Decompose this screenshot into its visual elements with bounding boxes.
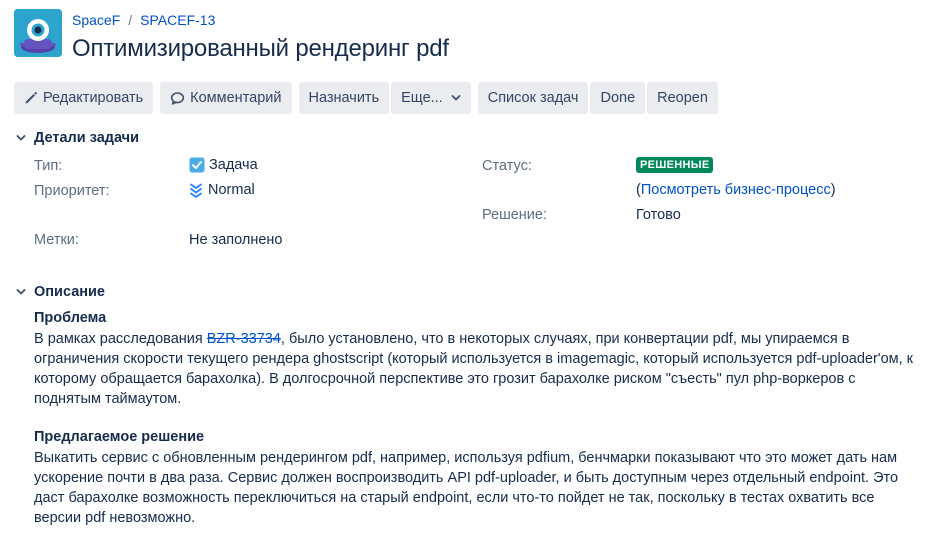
workflow-link-wrap: (Посмотреть бизнес-процесс) xyxy=(636,182,836,198)
edit-button-label: Редактировать xyxy=(43,90,144,106)
edit-button[interactable]: Редактировать xyxy=(14,82,154,114)
project-avatar-icon[interactable] xyxy=(14,9,62,57)
resolution-value: Готово xyxy=(636,207,681,223)
backlog-button-label: Список задач xyxy=(487,90,579,106)
assign-button[interactable]: Назначить xyxy=(298,82,390,114)
type-value-text: Задача xyxy=(209,157,258,173)
done-transition-button[interactable]: Done xyxy=(590,82,646,114)
assign-more-group: Назначить Еще... xyxy=(298,82,471,114)
comment-button-label: Комментарий xyxy=(190,90,282,106)
status-value: РЕШЕННЫЕ xyxy=(636,157,714,173)
issue-title[interactable]: Оптимизированный рендеринг pdf xyxy=(72,34,449,64)
details-section-title: Детали задачи xyxy=(34,130,140,146)
status-label: Статус: xyxy=(482,158,532,174)
resolution-label: Решение: xyxy=(482,207,547,223)
workflow-group: Список задач Done Reopen xyxy=(477,82,718,114)
chevron-down-icon xyxy=(451,94,461,102)
description-section-title: Описание xyxy=(34,284,105,300)
comment-group: Комментарий xyxy=(160,82,292,114)
breadcrumb-project-link[interactable]: SpaceF xyxy=(72,12,120,28)
issue-toolbar: Редактировать Комментарий Назначить Еще.… xyxy=(14,82,725,114)
reopen-transition-button[interactable]: Reopen xyxy=(647,82,718,114)
more-actions-button[interactable]: Еще... xyxy=(391,82,471,114)
type-label: Тип: xyxy=(34,158,63,174)
more-button-label: Еще... xyxy=(401,90,443,106)
problem-text-before: В рамках расследования xyxy=(34,331,207,347)
description-body[interactable]: Проблема В рамках расследования BZR-3373… xyxy=(34,308,914,528)
breadcrumb: SpaceF / SPACEF-13 xyxy=(72,9,449,31)
status-badge: РЕШЕННЫЕ xyxy=(636,157,714,173)
labels-label: Метки: xyxy=(34,232,79,248)
comment-icon xyxy=(170,91,185,106)
breadcrumb-issue-key-link[interactable]: SPACEF-13 xyxy=(140,12,215,28)
solution-paragraph: Выкатить сервис с обновленным рендеринго… xyxy=(34,450,899,526)
resolved-issue-link[interactable]: BZR-33734 xyxy=(207,331,281,347)
issue-header: SpaceF / SPACEF-13 Оптимизированный рендер… xyxy=(14,9,449,64)
type-value: Задача xyxy=(189,157,258,173)
priority-value-text: Normal xyxy=(208,182,255,198)
pencil-icon xyxy=(24,91,38,105)
problem-paragraph: В рамках расследования BZR-33734, было у… xyxy=(34,329,914,409)
priority-label: Приоритет: xyxy=(34,183,110,199)
reopen-button-label: Reopen xyxy=(657,90,708,106)
workflow-paren-close: ) xyxy=(830,182,836,198)
priority-value: Normal xyxy=(189,182,255,198)
labels-value[interactable]: Не заполнено xyxy=(189,232,282,248)
edit-group: Редактировать xyxy=(14,82,154,114)
solution-heading: Предлагаемое решение xyxy=(34,429,205,445)
assign-button-label: Назначить xyxy=(308,90,380,106)
done-button-label: Done xyxy=(600,90,636,106)
comment-button[interactable]: Комментарий xyxy=(160,82,292,114)
collapse-chevron-icon xyxy=(14,131,28,145)
view-workflow-link[interactable]: Посмотреть бизнес-процесс xyxy=(641,182,831,198)
breadcrumb-separator: / xyxy=(128,12,133,28)
header-text: SpaceF / SPACEF-13 Оптимизированный рендер… xyxy=(72,9,449,64)
problem-heading: Проблема xyxy=(34,310,107,326)
task-type-icon xyxy=(189,157,205,173)
priority-normal-icon xyxy=(189,182,203,198)
backlog-button[interactable]: Список задач xyxy=(477,82,589,114)
description-section-toggle[interactable]: Описание xyxy=(14,284,105,300)
details-section-toggle[interactable]: Детали задачи xyxy=(14,130,139,146)
collapse-chevron-icon xyxy=(14,285,28,299)
